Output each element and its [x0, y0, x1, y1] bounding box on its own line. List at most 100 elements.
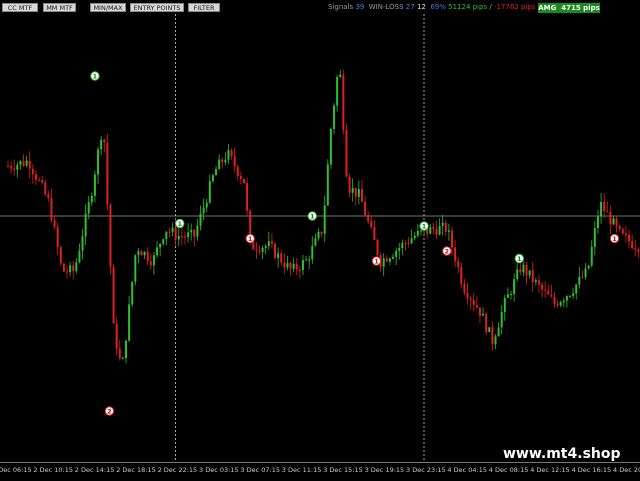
- signal-marker-buy: 1: [419, 221, 429, 231]
- winloss-label: WIN-LOSS: [368, 3, 404, 11]
- candle: [75, 257, 78, 274]
- candle: [277, 247, 280, 268]
- candle: [115, 316, 118, 356]
- candle: [485, 312, 488, 335]
- signal-marker-buy: 1: [514, 253, 524, 264]
- candle: [292, 257, 295, 273]
- candle: [274, 241, 277, 260]
- svg-text:1: 1: [310, 212, 315, 220]
- candle: [103, 138, 106, 153]
- candle: [38, 176, 41, 182]
- candle: [221, 157, 224, 169]
- candle: [270, 233, 273, 248]
- candle: [519, 262, 522, 276]
- candle: [500, 305, 503, 335]
- candle: [466, 282, 469, 305]
- candle: [187, 223, 190, 243]
- candle: [593, 220, 596, 256]
- candle: [460, 262, 463, 288]
- candle: [547, 284, 550, 296]
- candle: [16, 162, 19, 178]
- candle: [168, 227, 171, 238]
- svg-text:1: 1: [178, 220, 183, 228]
- candle: [506, 287, 509, 299]
- candle: [137, 248, 140, 263]
- candle: [208, 174, 211, 205]
- candle: [131, 281, 134, 308]
- watermark: www.mt4.shop: [503, 446, 621, 462]
- candle: [562, 297, 565, 307]
- svg-text:1: 1: [517, 255, 522, 263]
- candle: [301, 254, 304, 276]
- win-pips: 51124 pips: [448, 3, 488, 11]
- candle: [637, 247, 640, 259]
- candle: [171, 222, 174, 236]
- wins-value: 27: [405, 3, 415, 11]
- candle: [565, 295, 568, 308]
- candle: [553, 292, 556, 308]
- candle: [510, 290, 513, 300]
- time-tick-label: 4 Dec 12:15: [530, 466, 570, 474]
- candle: [407, 236, 410, 248]
- price-chart[interactable]: 1111112121: [0, 0, 640, 480]
- candle: [239, 171, 242, 185]
- candle: [264, 243, 267, 255]
- candle: [351, 178, 354, 202]
- candle: [482, 307, 485, 316]
- entry-points-button[interactable]: ENTRY POINTS: [130, 3, 184, 12]
- candle: [19, 160, 22, 170]
- candle: [478, 307, 481, 324]
- candle: [106, 133, 109, 211]
- time-tick-label: 4 Dec 16:15: [571, 466, 612, 474]
- candle: [289, 261, 292, 276]
- min-max-button[interactable]: MIN/MAX: [90, 3, 126, 12]
- candle: [435, 221, 438, 239]
- candle: [205, 198, 208, 213]
- candle: [354, 188, 357, 206]
- candle: [183, 231, 186, 245]
- candle: [441, 214, 444, 236]
- candle: [556, 300, 559, 309]
- filter-button[interactable]: FILTER: [188, 3, 220, 12]
- time-axis: 2 Dec 06:152 Dec 10:152 Dec 14:152 Dec 1…: [0, 462, 640, 481]
- candle: [236, 164, 239, 181]
- candle: [242, 178, 245, 184]
- candle: [494, 333, 497, 350]
- candle: [199, 205, 202, 231]
- signal-marker-buy: 1: [307, 211, 317, 221]
- mm-mtf-button[interactable]: MM MTF: [43, 3, 76, 12]
- candle: [25, 155, 28, 168]
- candle: [329, 127, 332, 170]
- candle: [392, 253, 395, 260]
- candle: [621, 227, 624, 235]
- candle: [531, 262, 534, 292]
- candle: [628, 229, 630, 249]
- candle: [360, 179, 363, 202]
- candle: [469, 296, 472, 310]
- svg-text:1: 1: [612, 235, 617, 243]
- candle: [463, 278, 466, 296]
- candle: [544, 281, 547, 299]
- cc-mtf-button[interactable]: CC MTF: [2, 3, 38, 12]
- candle: [537, 274, 540, 293]
- svg-text:1: 1: [248, 235, 253, 243]
- candle: [41, 175, 44, 185]
- amg-label: AMG: [538, 4, 557, 12]
- candle: [432, 222, 435, 235]
- time-tick-label: 3 Dec 15:15: [323, 466, 363, 474]
- time-tick-label: 4 Dec 20:15: [613, 466, 640, 474]
- candle: [336, 74, 339, 112]
- candle: [97, 146, 100, 185]
- svg-text:1: 1: [93, 72, 98, 80]
- candle: [7, 160, 9, 168]
- candle: [491, 321, 494, 351]
- candle: [246, 178, 249, 217]
- candle: [128, 295, 131, 342]
- candle: [100, 136, 103, 156]
- candle: [143, 251, 146, 260]
- candle: [286, 255, 289, 271]
- candle: [357, 180, 360, 205]
- candle: [152, 251, 155, 275]
- candle: [578, 267, 581, 289]
- candle: [342, 69, 345, 135]
